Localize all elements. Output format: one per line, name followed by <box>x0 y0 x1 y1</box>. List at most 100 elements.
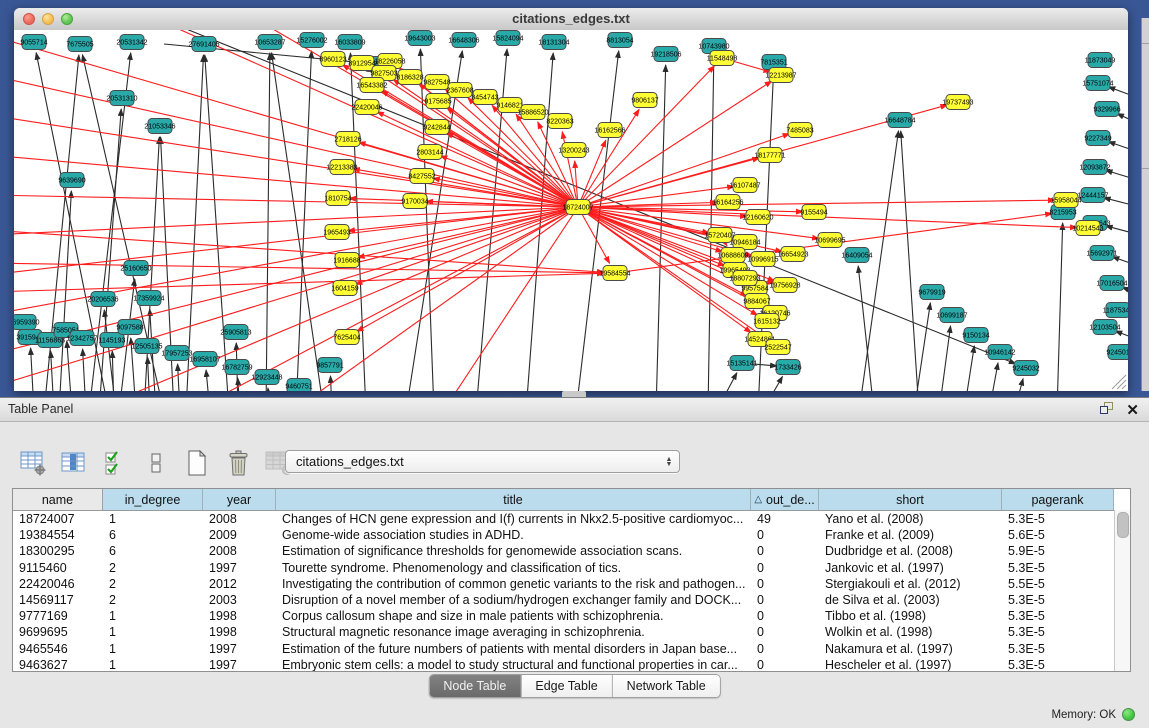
table-row[interactable]: 1830029562008Estimation of significance … <box>13 543 1130 559</box>
table-cell[interactable]: 9699695 <box>13 624 103 640</box>
graph-edge[interactable] <box>14 263 604 273</box>
table-row[interactable]: 946362711997Embryonic stem cells: a mode… <box>13 657 1130 672</box>
table-cell[interactable]: 22420046 <box>13 576 103 592</box>
graph-edge[interactable] <box>268 388 270 391</box>
table-cell[interactable]: 1 <box>103 641 203 657</box>
graph-edge[interactable] <box>67 341 72 391</box>
graph-edge[interactable] <box>164 30 1016 364</box>
table-cell[interactable]: 9463627 <box>13 657 103 672</box>
close-icon[interactable]: ✕ <box>1126 403 1139 418</box>
tab-network-table[interactable]: Network Table <box>612 675 720 697</box>
table-cell[interactable]: Changes of HCN gene expression and I(f) … <box>276 511 751 527</box>
table-cell[interactable]: Structural magnetic resonance image aver… <box>276 624 751 640</box>
graph-edge[interactable] <box>194 207 578 391</box>
graph-edge[interactable] <box>358 207 578 258</box>
network-canvas[interactable]: 9055714767550520531342276914061065328715… <box>14 30 1128 391</box>
row-height-icon[interactable] <box>141 448 171 478</box>
table-cell[interactable]: 5.3E-5 <box>1002 624 1114 640</box>
table-cell[interactable]: 5.6E-5 <box>1002 527 1114 543</box>
table-cell[interactable]: 1 <box>103 608 203 624</box>
graph-edge[interactable] <box>238 378 240 391</box>
graph-edge[interactable] <box>205 55 229 391</box>
graph-edge[interactable] <box>14 195 578 207</box>
table-cell[interactable]: 0 <box>751 657 819 672</box>
table-cell[interactable]: Tibbo et al. (1998) <box>819 608 1002 624</box>
graph-edge[interactable] <box>206 370 210 391</box>
table-cell[interactable]: 1997 <box>203 641 276 657</box>
table-cell[interactable]: 2012 <box>203 576 276 592</box>
graph-edge[interactable] <box>1057 223 1063 391</box>
table-cell[interactable]: 18300295 <box>13 543 103 559</box>
graph-edge[interactable] <box>1112 257 1128 268</box>
table-cell[interactable]: 0 <box>751 527 819 543</box>
table-cell[interactable]: 5.3E-5 <box>1002 560 1114 576</box>
table-cell[interactable]: 0 <box>751 543 819 559</box>
table-mode-icon[interactable] <box>18 448 48 478</box>
table-cell[interactable]: 0 <box>751 641 819 657</box>
resize-grip-icon[interactable] <box>1117 380 1126 389</box>
select-columns-icon[interactable] <box>100 448 130 478</box>
graph-edge[interactable] <box>14 35 578 207</box>
float-window-icon[interactable] <box>1099 401 1114 420</box>
graph-edge[interactable] <box>578 66 714 207</box>
table-cell[interactable]: 0 <box>751 576 819 592</box>
graph-edge[interactable] <box>83 349 86 391</box>
table-cell[interactable]: Corpus callosum shape and size in male p… <box>276 608 751 624</box>
graph-edge[interactable] <box>51 351 54 391</box>
table-cell[interactable]: Disruption of a novel member of a sodium… <box>276 592 751 608</box>
table-cell[interactable]: 1 <box>103 511 203 527</box>
graph-edge[interactable] <box>186 55 203 391</box>
tab-node-table[interactable]: Node Table <box>429 675 520 697</box>
show-column-icon[interactable] <box>59 448 89 478</box>
table-cell[interactable]: 9115460 <box>13 560 103 576</box>
column-header-in_degree[interactable]: in_degree <box>103 489 203 510</box>
node-table[interactable]: namein_degreeyeartitle△out_de...shortpag… <box>12 488 1131 672</box>
table-cell[interactable]: Investigating the contribution of common… <box>276 576 751 592</box>
table-cell[interactable]: 5.5E-5 <box>1002 576 1114 592</box>
table-row[interactable]: 946554611997Estimation of the future num… <box>13 641 1130 657</box>
table-cell[interactable]: de Silva et al. (2003) <box>819 592 1002 608</box>
table-cell[interactable]: 18724007 <box>13 511 103 527</box>
tab-edge-table[interactable]: Edge Table <box>520 675 611 697</box>
table-cell[interactable]: 5.3E-5 <box>1002 657 1114 672</box>
table-row[interactable]: 969969511998Structural magnetic resonanc… <box>13 624 1130 640</box>
graph-edge[interactable] <box>31 348 34 391</box>
table-cell[interactable]: 5.3E-5 <box>1002 511 1114 527</box>
table-cell[interactable]: 0 <box>751 560 819 576</box>
table-cell[interactable]: 2 <box>103 576 203 592</box>
graph-edge[interactable] <box>1115 331 1128 342</box>
table-cell[interactable]: 5.3E-5 <box>1002 641 1114 657</box>
table-cell[interactable]: Yano et al. (2008) <box>819 511 1002 527</box>
table-cell[interactable]: 2 <box>103 592 203 608</box>
table-cell[interactable]: 9465546 <box>13 641 103 657</box>
table-cell[interactable]: Tourette syndrome. Phenomenology and cla… <box>276 560 751 576</box>
table-cell[interactable]: 5.3E-5 <box>1002 608 1114 624</box>
table-cell[interactable]: 2 <box>103 560 203 576</box>
table-cell[interactable]: 0 <box>751 592 819 608</box>
table-cell[interactable]: 9777169 <box>13 608 103 624</box>
table-cell[interactable]: Estimation of the future numbers of pati… <box>276 641 751 657</box>
table-row[interactable]: 2242004622012Investigating the contribut… <box>13 576 1130 592</box>
table-cell[interactable]: Genome-wide association studies in ADHD. <box>276 527 751 543</box>
table-row[interactable]: 1938455462009Genome-wide association stu… <box>13 527 1130 543</box>
table-cell[interactable]: 1998 <box>203 608 276 624</box>
table-row[interactable]: 1872400712008Changes of HCN gene express… <box>13 511 1130 527</box>
table-cell[interactable]: Embryonic stem cells: a model to study s… <box>276 657 751 672</box>
delete-column-icon[interactable] <box>223 448 253 478</box>
table-cell[interactable]: 2003 <box>203 592 276 608</box>
resize-grip-icon[interactable] <box>1122 385 1126 389</box>
table-cell[interactable]: 49 <box>751 511 819 527</box>
table-cell[interactable]: 2008 <box>203 511 276 527</box>
graph-edge[interactable] <box>578 134 790 207</box>
table-cell[interactable]: 19384554 <box>13 527 103 543</box>
column-header-short[interactable]: short <box>819 489 1002 510</box>
table-cell[interactable]: 2008 <box>203 543 276 559</box>
graph-edge[interactable] <box>296 51 312 391</box>
network-window-titlebar[interactable]: citations_edges.txt <box>14 8 1128 31</box>
graph-edge[interactable] <box>1106 170 1128 182</box>
table-cell[interactable]: Nakamura et al. (1997) <box>819 641 1002 657</box>
table-cell[interactable]: Wolkin et al. (1998) <box>819 624 1002 640</box>
table-cell[interactable]: 1997 <box>203 657 276 672</box>
table-vertical-scrollbar[interactable] <box>1114 510 1130 671</box>
table-cell[interactable]: 5.3E-5 <box>1002 592 1114 608</box>
